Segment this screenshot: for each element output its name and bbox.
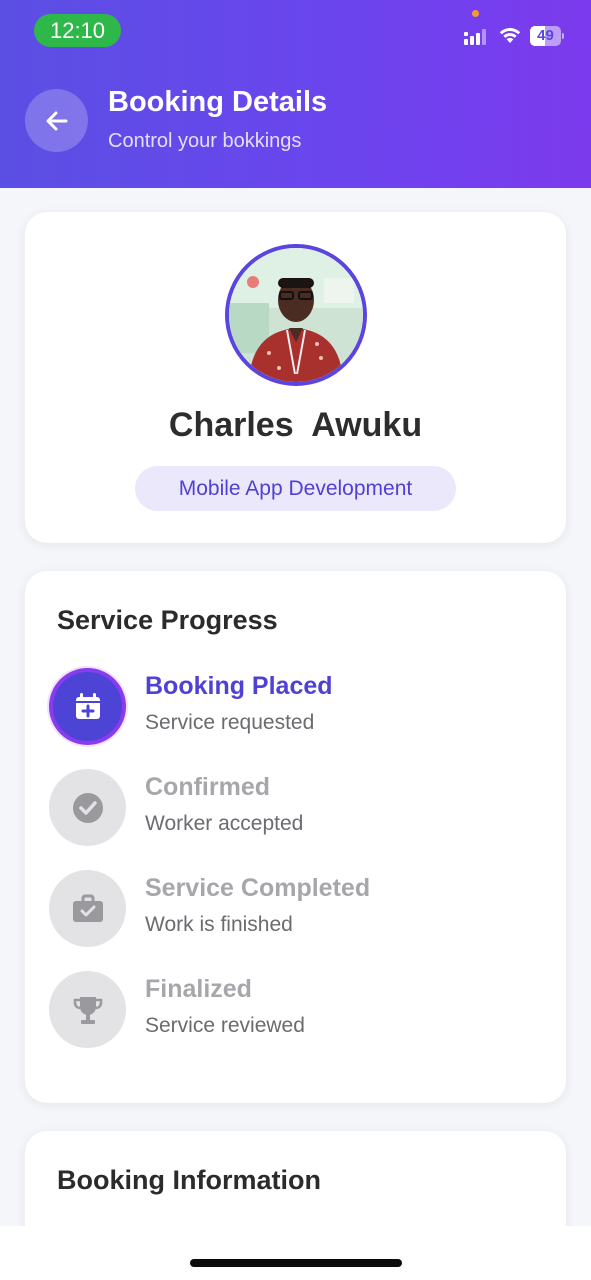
section-title-service-progress: Service Progress — [57, 605, 278, 635]
step-title: Booking Placed — [145, 672, 333, 700]
progress-step-service-completed: Service Completed Work is finished — [49, 870, 529, 948]
step-title: Service Completed — [145, 874, 371, 902]
service-progress-card: Service Progress Booking Placed Service … — [25, 571, 566, 1103]
app-header: 12:10 49 Booking Details Control your bo… — [0, 0, 591, 188]
briefcase-check-icon — [49, 870, 126, 947]
progress-step-confirmed: Confirmed Worker accepted — [49, 769, 529, 847]
progress-step-booking-placed: Booking Placed Service requested — [49, 668, 529, 746]
section-title-booking-information: Booking Information — [57, 1165, 321, 1195]
wifi-icon — [499, 28, 521, 43]
home-indicator[interactable] — [190, 1259, 402, 1267]
page-subtitle: Control your bokkings — [108, 130, 302, 152]
step-title: Finalized — [145, 975, 252, 1003]
page-title: Booking Details — [108, 86, 328, 118]
step-title: Confirmed — [145, 773, 270, 801]
status-time: 12:10 — [34, 14, 121, 47]
step-description: Service reviewed — [145, 1014, 305, 1037]
worker-name: Charles Awuku — [168, 406, 423, 444]
check-circle-icon — [49, 769, 126, 846]
signal-icon — [464, 29, 486, 45]
progress-step-finalized: Finalized Service reviewed — [49, 971, 529, 1049]
step-description: Worker accepted — [145, 812, 304, 835]
calendar-plus-icon — [49, 668, 126, 745]
avatar[interactable] — [225, 244, 367, 386]
arrow-left-icon — [46, 111, 67, 130]
back-button[interactable] — [25, 89, 88, 152]
trophy-icon — [49, 971, 126, 1048]
bottom-safe-area — [0, 1226, 591, 1280]
battery-percentage: 49 — [537, 27, 554, 44]
service-category-badge: Mobile App Development — [135, 466, 456, 511]
avatar-photo — [229, 248, 363, 382]
step-description: Work is finished — [145, 913, 293, 936]
privacy-indicator-dot — [472, 10, 479, 17]
worker-profile-card: Charles Awuku Mobile App Development — [25, 212, 566, 543]
battery-icon: 49 — [530, 26, 564, 46]
step-description: Service requested — [145, 711, 315, 734]
